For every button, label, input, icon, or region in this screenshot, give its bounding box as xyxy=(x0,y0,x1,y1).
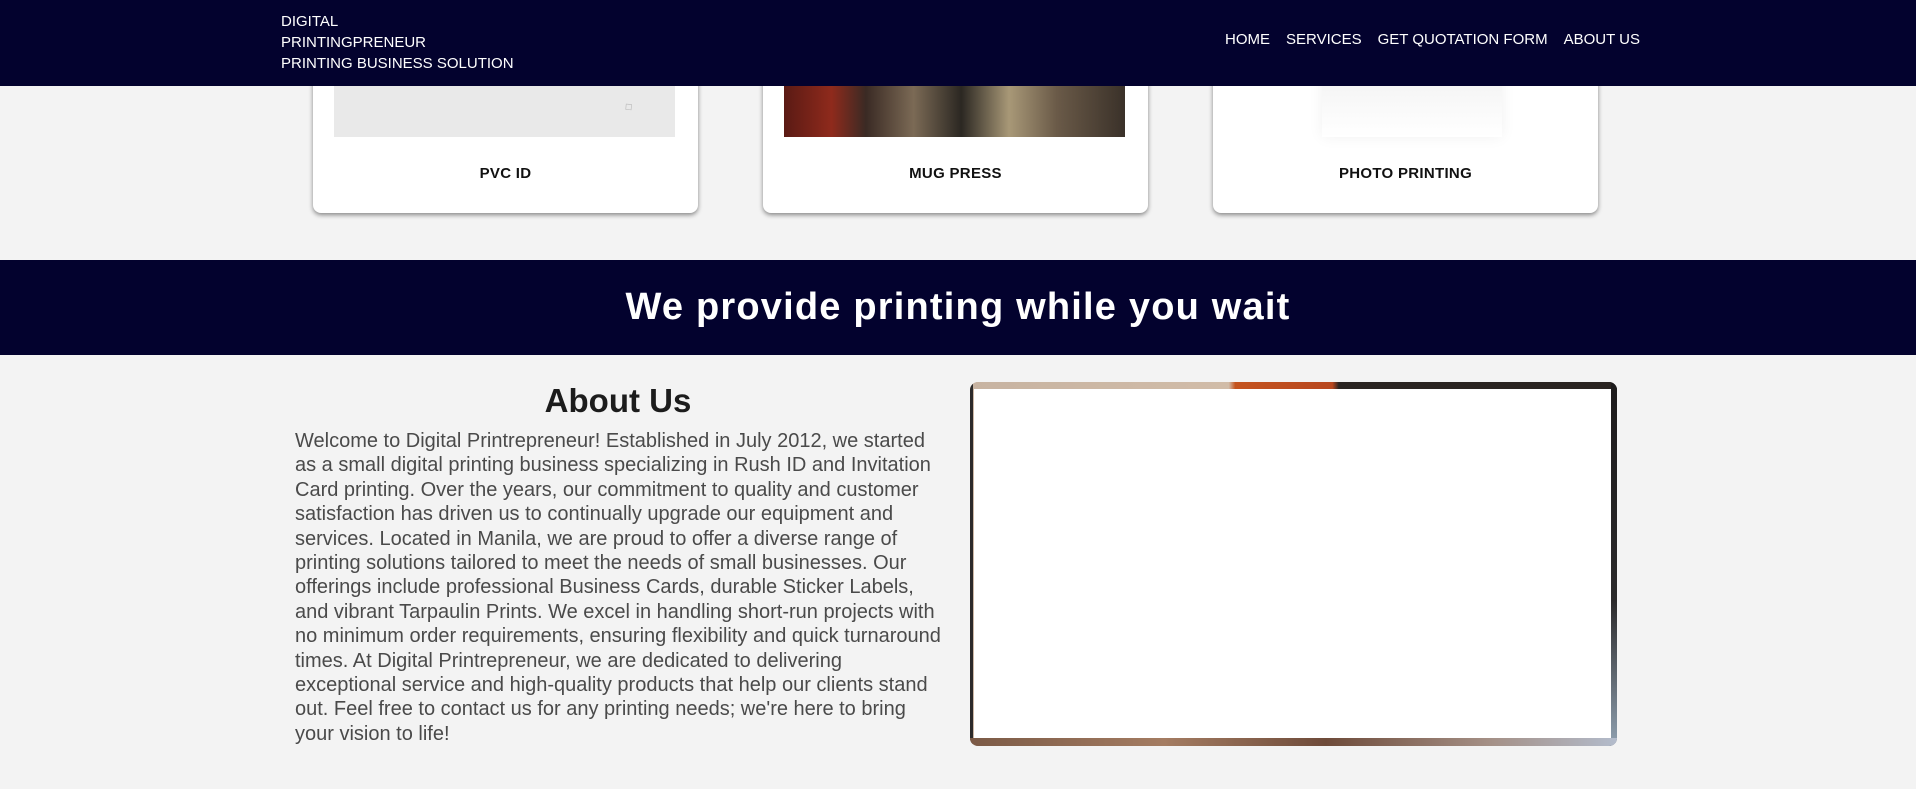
service-card-title: MUG PRESS xyxy=(909,165,1002,182)
service-card-title: PHOTO PRINTING xyxy=(1338,165,1473,182)
image-edge-bottom xyxy=(970,738,1617,746)
brand-logo[interactable]: DIGITAL PRINTINGPRENEUR PRINTING BUSINES… xyxy=(281,11,514,74)
nav-services-link[interactable]: SERVICES xyxy=(1286,31,1362,49)
watermark-mark: ◇ xyxy=(621,99,636,115)
brand-line-1: DIGITAL xyxy=(281,13,339,30)
about-title: About Us xyxy=(544,382,692,419)
banner-text: We provide printing while you wait xyxy=(625,286,1291,328)
image-edge-right xyxy=(1611,382,1617,746)
brand-line-2: PRINTINGPRENEUR xyxy=(281,34,427,51)
nav-about-link[interactable]: ABOUT US xyxy=(1564,31,1640,49)
about-description: Welcome to Digital Printrepreneur! Estab… xyxy=(295,430,941,745)
nav-home-link[interactable]: HOME xyxy=(1225,31,1270,49)
about-us-image xyxy=(970,382,1617,746)
nav-quotation-link[interactable]: GET QUOTATION FORM xyxy=(1378,31,1548,49)
brand-line-3: PRINTING BUSINESS SOLUTION xyxy=(281,55,514,72)
navbar: DIGITAL PRINTINGPRENEUR PRINTING BUSINES… xyxy=(0,0,1916,86)
tagline-banner: We provide printing while you wait xyxy=(0,260,1916,355)
service-card-title: PVC ID xyxy=(479,165,532,182)
image-edge-left xyxy=(970,382,973,746)
nav-menu: HOME SERVICES GET QUOTATION FORM ABOUT U… xyxy=(1225,31,1640,49)
image-placeholder-panel xyxy=(974,389,1611,738)
